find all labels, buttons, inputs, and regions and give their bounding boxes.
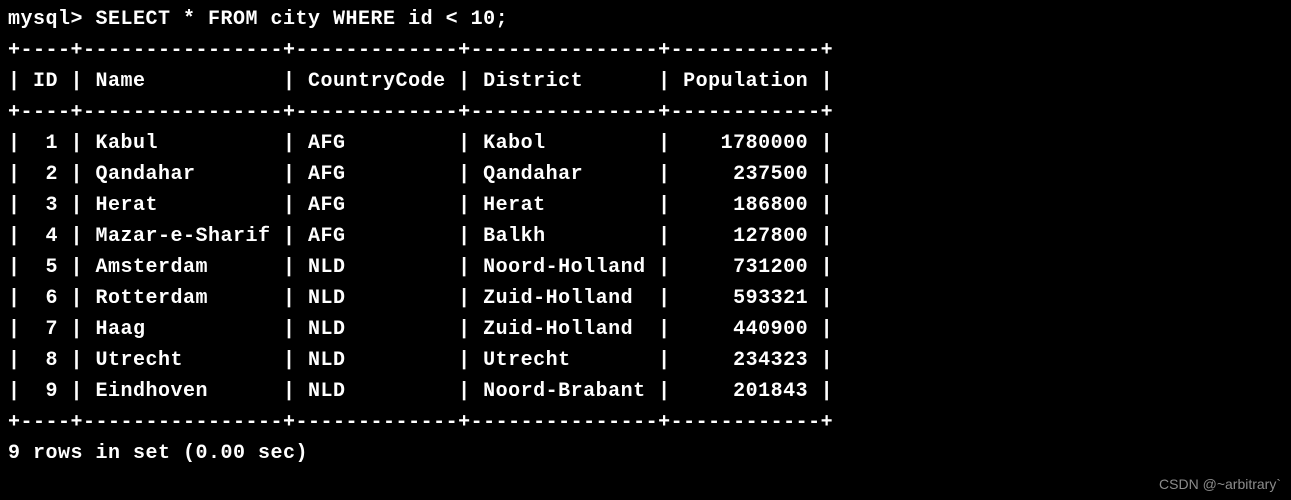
terminal-output: mysql> SELECT * FROM city WHERE id < 10;… bbox=[0, 0, 1291, 473]
watermark: CSDN @~arbitrary` bbox=[1159, 474, 1281, 496]
